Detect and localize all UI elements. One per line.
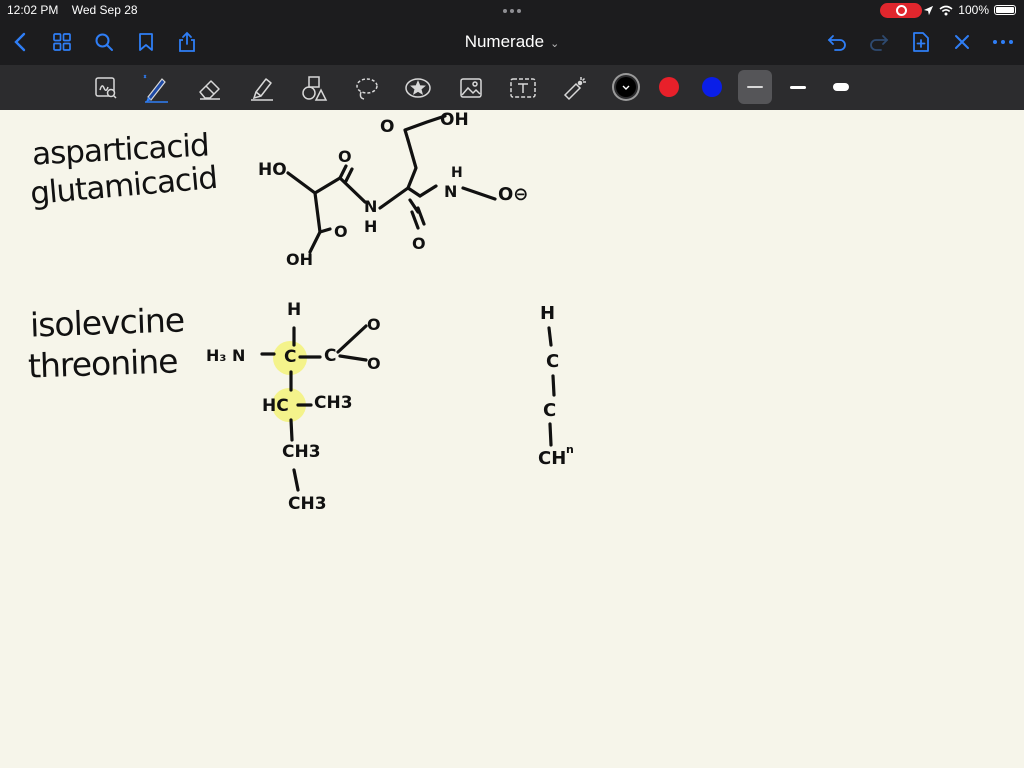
- note-threonine: threonine: [27, 341, 179, 386]
- struct1-amine-h: H: [451, 165, 463, 181]
- struct3-c1: C: [546, 351, 560, 372]
- undo-icon[interactable]: [825, 30, 849, 54]
- stroke-width-thin[interactable]: [738, 70, 772, 104]
- struct2-ch3-middle: CH3: [282, 442, 321, 462]
- struct2-ch3-bottom: CH3: [288, 494, 327, 514]
- close-icon[interactable]: [950, 30, 974, 54]
- battery-percentage: 100%: [958, 3, 989, 17]
- struct2-carboxyl-c: C: [324, 346, 337, 366]
- struct2-alpha-c: C: [284, 347, 297, 367]
- laser-pointer-icon[interactable]: [560, 73, 590, 103]
- struct3-superscript: n: [566, 443, 574, 456]
- eraser-icon[interactable]: [195, 73, 225, 103]
- status-date: Wed Sep 28: [71, 3, 138, 17]
- battery-icon: [994, 5, 1016, 15]
- struct2-h-top: H: [287, 300, 302, 320]
- struct3-h: H: [540, 303, 556, 324]
- image-icon[interactable]: [456, 73, 486, 103]
- more-icon[interactable]: [991, 30, 1015, 54]
- lasso-icon[interactable]: [352, 73, 382, 103]
- struct3-ch: CH: [538, 448, 567, 469]
- redo-icon[interactable]: [867, 30, 891, 54]
- struct1-o-minus: O⊖: [498, 184, 529, 205]
- color-swatch-red[interactable]: [659, 77, 679, 97]
- location-icon: [924, 5, 934, 15]
- struct2-o-down: O: [367, 354, 381, 373]
- pen-icon[interactable]: [141, 73, 171, 103]
- highlighter-icon[interactable]: [247, 73, 277, 103]
- struct1-mid-o: O: [412, 234, 426, 253]
- struct1-carboxyl-oh: OH: [440, 110, 469, 130]
- struct3-c2: C: [543, 400, 557, 421]
- multitasking-menu-icon[interactable]: [503, 9, 521, 13]
- struct1-carboxyl-o: O: [380, 117, 395, 137]
- struct2-hc: HC: [262, 396, 289, 416]
- status-time: 12:02 PM: [7, 3, 59, 17]
- struct2-ch3-right: CH3: [314, 393, 353, 413]
- document-title-label[interactable]: Numerade: [465, 32, 544, 51]
- struct1-amine-n: N: [444, 182, 458, 201]
- lasso-zoom-icon[interactable]: [91, 73, 121, 103]
- stroke-width-thick[interactable]: [824, 70, 858, 104]
- screen-recording-icon[interactable]: [880, 3, 922, 18]
- color-swatch-blue[interactable]: [702, 77, 722, 97]
- struct1-ho: HO: [258, 160, 287, 180]
- struct1-side-oh: OH: [286, 250, 313, 269]
- text-tool-icon[interactable]: [508, 73, 538, 103]
- drawing-toolbar: [0, 65, 1024, 110]
- struct2-o-up: O: [367, 315, 381, 334]
- color-swatch-black[interactable]: [616, 77, 636, 97]
- navigation-bar: Numerade ⌄: [0, 20, 1024, 65]
- struct1-carbonyl-o: O: [338, 147, 352, 166]
- chevron-down-icon[interactable]: ⌄: [550, 38, 559, 50]
- shapes-icon[interactable]: [299, 73, 329, 103]
- note-isoleucine: isolevcine: [29, 300, 185, 345]
- add-page-icon[interactable]: [909, 30, 933, 54]
- handwriting-strokes: [260, 114, 556, 492]
- status-bar: 12:02 PM Wed Sep 28 100%: [0, 0, 1024, 20]
- note-canvas[interactable]: O OH HO O N H O OH O H N O⊖ H H₃ N C C O…: [0, 110, 1024, 768]
- stroke-width-medium[interactable]: [781, 70, 815, 104]
- chevron-down-icon: [622, 85, 630, 90]
- struct1-amide-h: H: [364, 217, 378, 236]
- wifi-icon: [939, 5, 953, 15]
- struct1-side-o: O: [334, 222, 348, 241]
- struct1-amide-n: N: [364, 197, 378, 216]
- struct2-h3n: H₃ N: [206, 346, 246, 365]
- elements-star-icon[interactable]: [403, 73, 433, 103]
